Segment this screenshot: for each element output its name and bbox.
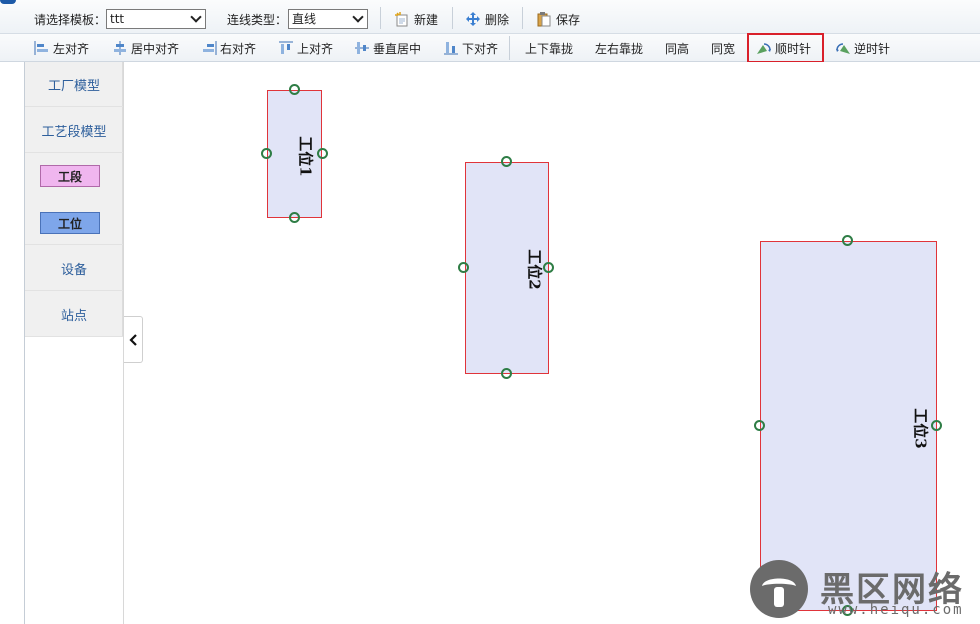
workflow-designer: 请选择模板： ttt 连线类型： 直线 新建 删除 保存 左对齐 居中对齐 右对… — [0, 0, 980, 624]
palette-panel: 工厂模型 工艺段模型 工段 工位 设备 站点 — [25, 62, 123, 337]
same-height-label: 同高 — [665, 41, 690, 56]
main-toolbar: 请选择模板： ttt 连线类型： 直线 新建 删除 保存 — [0, 0, 980, 34]
palette-segment-label: 工段 — [57, 170, 82, 184]
same-height-button[interactable]: 同高 — [665, 39, 689, 57]
connector-handle-right[interactable] — [543, 262, 554, 273]
connector-handle-top[interactable] — [289, 84, 300, 95]
connector-handle-left[interactable] — [261, 148, 272, 159]
watermark: 黑区网络 www.heiqu.com — [744, 556, 980, 624]
connector-handle-top[interactable] — [842, 235, 853, 246]
toolbar-divider — [452, 7, 453, 29]
rotate-counterclockwise-button[interactable]: 逆时针 — [835, 39, 890, 57]
station-node-3-label: 工位3 — [911, 408, 930, 449]
delete-button[interactable]: 删除 — [465, 9, 509, 29]
palette-station[interactable]: 工位 — [40, 212, 100, 234]
station-node-2[interactable]: 工位2 — [465, 162, 549, 374]
palette-station-label: 工位 — [57, 217, 82, 231]
palette-segment[interactable]: 工段 — [40, 165, 100, 187]
stack-vertical-button[interactable]: 上下靠拢 — [525, 39, 573, 57]
mushroom-logo-icon — [750, 560, 808, 618]
rotate-counterclockwise-icon — [836, 43, 850, 54]
connector-handle-left[interactable] — [754, 420, 765, 431]
save-button-label: 保存 — [556, 12, 581, 27]
design-canvas[interactable]: 工位1 工位2 工位3 — [124, 62, 980, 624]
palette-process-segment-model-label: 工艺段模型 — [41, 124, 107, 140]
stack-horizontal-label: 左右靠拢 — [595, 41, 644, 56]
app-logo-edge — [0, 0, 16, 4]
align-left-icon — [34, 41, 48, 55]
toolbar-divider — [509, 36, 510, 60]
align-bottom-button[interactable]: 下对齐 — [443, 39, 498, 57]
align-bottom-label: 下对齐 — [462, 41, 499, 56]
clipboard-icon — [537, 12, 551, 27]
stack-vertical-label: 上下靠拢 — [525, 41, 574, 56]
palette-segment-cell: 工段 — [25, 154, 123, 199]
palette-equipment[interactable]: 设备 — [25, 246, 123, 291]
new-button[interactable]: 新建 — [394, 9, 438, 29]
connector-handle-bottom[interactable] — [501, 368, 512, 379]
align-top-label: 上对齐 — [297, 41, 334, 56]
connector-handle-bottom[interactable] — [289, 212, 300, 223]
align-top-button[interactable]: 上对齐 — [278, 39, 333, 57]
line-type-label: 连线类型： — [227, 13, 288, 27]
chevron-left-icon — [129, 333, 137, 346]
align-middle-label: 垂直居中 — [373, 41, 422, 56]
align-center-icon — [114, 41, 126, 55]
align-right-button[interactable]: 右对齐 — [201, 39, 256, 57]
line-type-select[interactable]: 直线 — [288, 9, 368, 29]
move-arrows-icon — [466, 12, 480, 26]
align-right-label: 右对齐 — [220, 41, 257, 56]
align-center-label: 居中对齐 — [131, 41, 180, 56]
alignment-toolbar: 左对齐 居中对齐 右对齐 上对齐 垂直居中 下对齐 上下靠拢 左右靠拢 同高 同… — [0, 34, 980, 62]
connector-handle-top[interactable] — [501, 156, 512, 167]
stack-horizontal-button[interactable]: 左右靠拢 — [595, 39, 643, 57]
save-button[interactable]: 保存 — [536, 9, 580, 29]
connector-handle-right[interactable] — [317, 148, 328, 159]
watermark-url: www.heiqu.com — [828, 602, 964, 618]
align-top-icon — [279, 41, 293, 54]
connector-handle-right[interactable] — [931, 420, 942, 431]
palette-stop[interactable]: 站点 — [25, 292, 123, 337]
station-node-1[interactable]: 工位1 — [267, 90, 322, 218]
collapse-palette-button[interactable] — [124, 316, 143, 363]
same-width-button[interactable]: 同宽 — [711, 39, 735, 57]
align-right-icon — [203, 41, 217, 55]
palette-factory-model[interactable]: 工厂模型 — [25, 62, 123, 107]
same-width-label: 同宽 — [711, 41, 736, 56]
align-middle-icon — [355, 42, 369, 54]
rotate-clockwise-label: 顺时针 — [775, 41, 812, 56]
rotate-counterclockwise-label: 逆时针 — [854, 41, 891, 56]
rotate-clockwise-icon — [757, 43, 771, 54]
palette-stop-label: 站点 — [60, 308, 87, 324]
align-left-label: 左对齐 — [53, 41, 90, 56]
chevron-down-icon — [190, 11, 202, 23]
palette-process-segment-model[interactable]: 工艺段模型 — [25, 108, 123, 153]
template-select-value: ttt — [110, 12, 125, 26]
palette-equipment-label: 设备 — [60, 262, 87, 278]
toolbar-divider — [380, 7, 381, 29]
align-bottom-icon — [444, 42, 458, 55]
connector-handle-left[interactable] — [458, 262, 469, 273]
template-select[interactable]: ttt — [106, 9, 206, 29]
palette-station-cell: 工位 — [25, 200, 123, 245]
new-button-label: 新建 — [414, 12, 439, 27]
line-type-select-value: 直线 — [292, 12, 317, 26]
station-node-1-label: 工位1 — [296, 136, 315, 177]
align-center-button[interactable]: 居中对齐 — [112, 39, 179, 57]
align-left-button[interactable]: 左对齐 — [34, 39, 89, 57]
delete-button-label: 删除 — [485, 12, 510, 27]
align-middle-button[interactable]: 垂直居中 — [354, 39, 421, 57]
toolbar-divider — [522, 7, 523, 29]
rotate-clockwise-button[interactable]: 顺时针 — [756, 39, 811, 57]
chevron-down-icon — [352, 11, 364, 23]
new-document-icon — [395, 12, 408, 27]
template-label: 请选择模板： — [34, 13, 107, 27]
palette-factory-model-label: 工厂模型 — [47, 78, 100, 94]
